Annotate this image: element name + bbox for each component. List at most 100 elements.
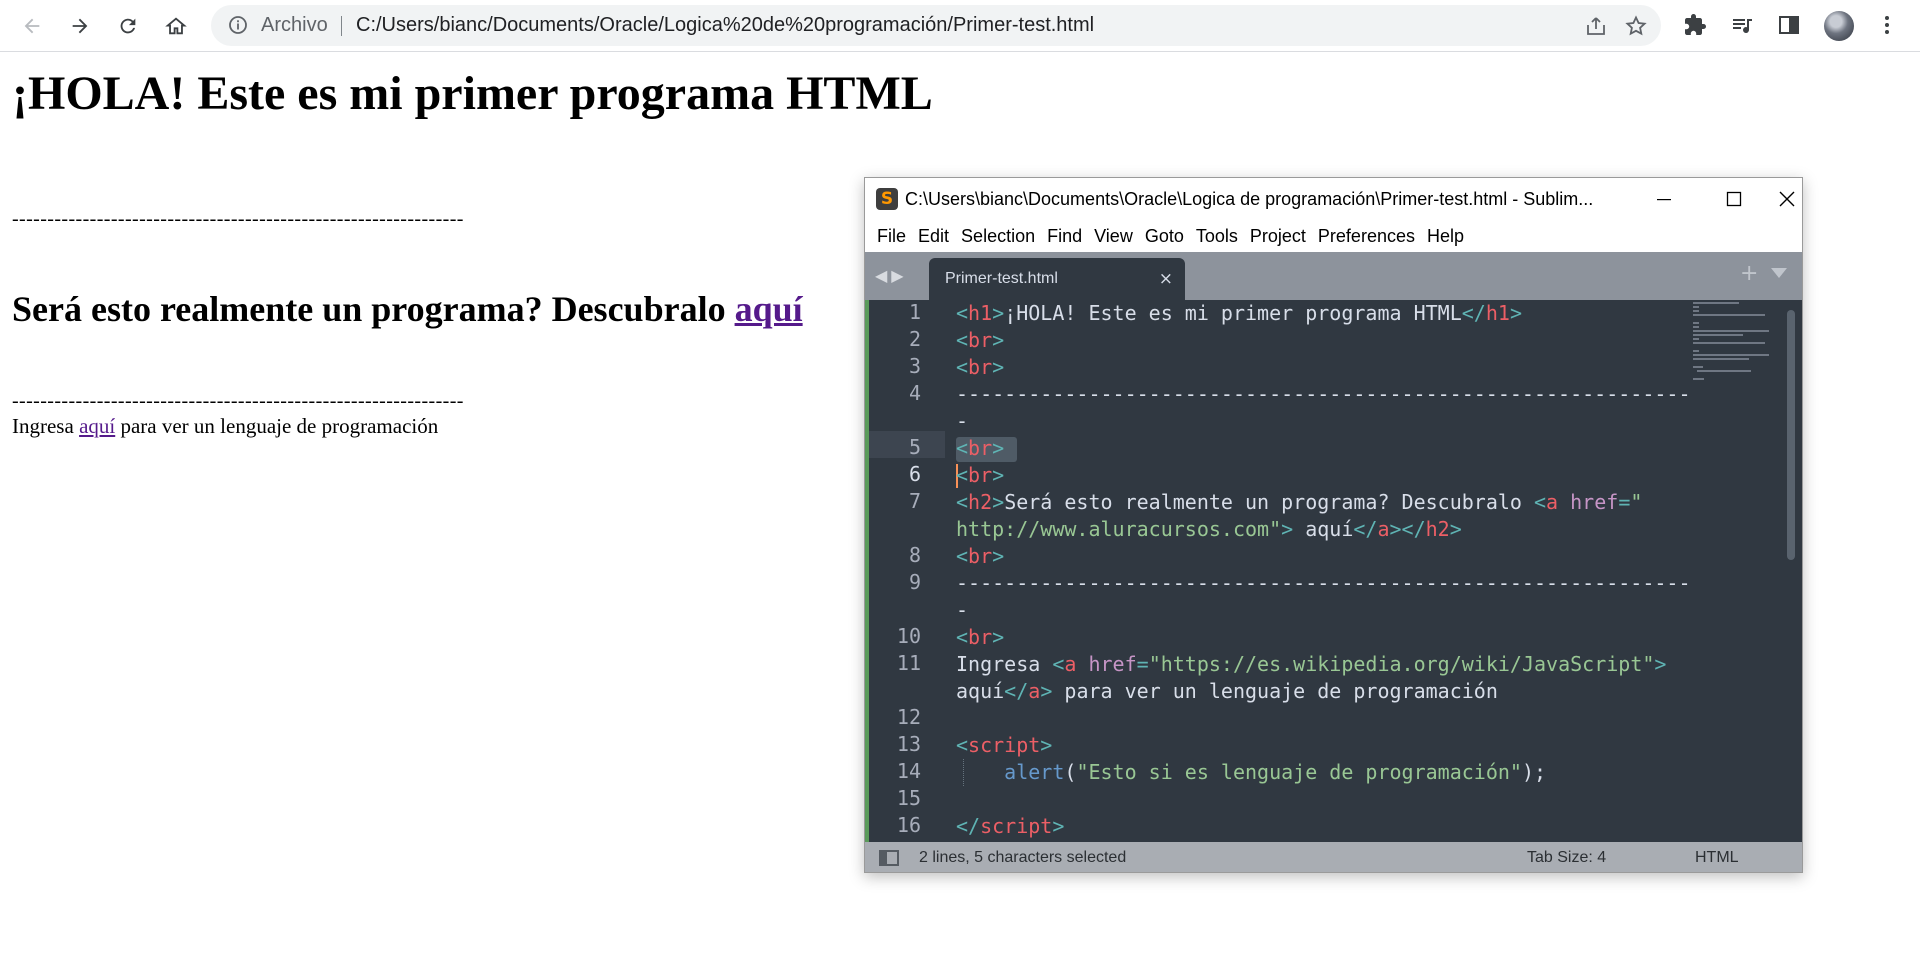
line-number: 5 — [908, 435, 921, 459]
menu-goto[interactable]: Goto — [1139, 220, 1190, 252]
back-button[interactable] — [14, 8, 50, 44]
close-window-button[interactable] — [1769, 178, 1802, 220]
sublime-text-window[interactable]: S C:\Users\bianc\Documents\Oracle\Logica… — [864, 177, 1803, 873]
code-line-16: </script> — [956, 814, 1065, 838]
code-line-9: ----------------------------------------… — [956, 571, 1691, 595]
minimap-line — [1693, 310, 1699, 312]
editor-tabbar: ◀▶ Primer-test.html × + — [865, 252, 1802, 300]
status-syntax[interactable]: HTML — [1695, 842, 1739, 872]
tab-primer-test[interactable]: Primer-test.html × — [929, 258, 1185, 300]
minimap-line — [1697, 370, 1751, 372]
status-bar: 2 lines, 5 characters selected Tab Size:… — [865, 842, 1802, 872]
minimap-line — [1693, 306, 1699, 308]
line-number: 1 — [908, 300, 921, 324]
minimap[interactable] — [1693, 300, 1775, 420]
paragraph-link[interactable]: aquí — [79, 414, 115, 438]
subheading-text: Será esto realmente un programa? Descubr… — [12, 289, 735, 329]
editor-menubar: File Edit Selection Find View Goto Tools… — [865, 220, 1802, 252]
line-number: 14 — [896, 759, 921, 783]
reload-icon — [120, 18, 136, 34]
menu-tools[interactable]: Tools — [1190, 220, 1244, 252]
home-button[interactable] — [158, 8, 194, 44]
toggle-side-panel-icon[interactable] — [879, 850, 899, 866]
status-selection-info: 2 lines, 5 characters selected — [919, 849, 1127, 866]
tab-label: Primer-test.html — [945, 270, 1058, 287]
minimap-line — [1693, 342, 1765, 344]
code-editor[interactable]: 1 2 3 4 5 6 7 8 9 10 11 12 13 14 15 16 <… — [865, 300, 1802, 842]
separator-line-2: ----------------------------------------… — [12, 390, 464, 412]
code-line-10: <br> — [956, 625, 1005, 649]
side-panel-icon — [1779, 16, 1799, 34]
line-number: 12 — [896, 705, 921, 729]
line-number: 13 — [896, 732, 921, 756]
profile-avatar[interactable] — [1824, 11, 1854, 41]
menu-file[interactable]: File — [871, 220, 912, 252]
line-number: 11 — [896, 651, 921, 675]
code-line-1: <h1>¡HOLA! Este es mi primer programa HT… — [956, 301, 1522, 325]
forward-button[interactable] — [62, 8, 98, 44]
maximize-icon — [1726, 191, 1742, 207]
page-subheading: Será esto realmente un programa? Descubr… — [12, 288, 803, 330]
share-icon[interactable] — [1584, 14, 1608, 38]
tab-nav-arrows-icon[interactable]: ◀▶ — [875, 266, 908, 285]
media-control-button[interactable] — [1729, 12, 1755, 38]
minimap-line — [1693, 326, 1699, 328]
line-number: 2 — [908, 327, 921, 351]
line-number: 16 — [896, 813, 921, 837]
forward-arrow-icon — [72, 18, 88, 34]
menu-preferences[interactable]: Preferences — [1312, 220, 1421, 252]
info-icon[interactable] — [228, 15, 248, 35]
paragraph-text-before: Ingresa — [12, 414, 80, 438]
code-line-2: <br> — [956, 328, 1005, 352]
menu-help[interactable]: Help — [1421, 220, 1470, 252]
address-separator — [341, 16, 342, 36]
subheading-link[interactable]: aquí — [735, 289, 803, 329]
page-paragraph: Ingresa aquí para ver un lenguaje de pro… — [12, 414, 438, 439]
close-icon — [1779, 191, 1794, 207]
window-title: C:\Users\bianc\Documents\Oracle\Logica d… — [905, 189, 1594, 209]
code-line-7: <h2>Será esto realmente un programa? Des… — [956, 490, 1643, 514]
extensions-button[interactable] — [1682, 12, 1708, 38]
line-number: 8 — [908, 543, 921, 567]
minimap-line — [1693, 330, 1769, 332]
address-url[interactable]: C:/Users/bianc/Documents/Oracle/Logica%2… — [356, 5, 1094, 46]
minimap-line — [1693, 378, 1704, 380]
minimap-line — [1693, 334, 1743, 336]
code-line-4-wrap: - — [956, 409, 969, 433]
menu-selection[interactable]: Selection — [955, 220, 1041, 252]
code-lines[interactable]: <h1>¡HOLA! Este es mi primer programa HT… — [956, 300, 1691, 842]
separator-line-1: ----------------------------------------… — [12, 208, 464, 230]
maximize-button[interactable] — [1699, 178, 1769, 220]
new-tab-plus-icon[interactable]: + — [1740, 261, 1758, 286]
side-panel-button[interactable] — [1776, 12, 1802, 38]
line-number: 7 — [908, 489, 921, 513]
code-line-7-wrap: http://www.aluracursos.com"> aquí</a></h… — [956, 517, 1462, 541]
minimap-line — [1693, 314, 1765, 316]
window-titlebar[interactable]: S C:\Users\bianc\Documents\Oracle\Logica… — [865, 178, 1802, 220]
minimap-line — [1693, 366, 1703, 368]
line-number-active: 6 — [908, 462, 921, 486]
sublime-logo-icon: S — [876, 188, 898, 210]
line-number: 15 — [896, 786, 921, 810]
reload-button[interactable] — [110, 8, 146, 44]
menu-edit[interactable]: Edit — [912, 220, 955, 252]
line-number: 4 — [908, 381, 921, 405]
code-line-13: <script> — [956, 733, 1053, 757]
editor-scrollbar-thumb[interactable] — [1787, 310, 1795, 560]
browser-menu-button[interactable] — [1874, 12, 1900, 38]
tab-close-icon[interactable]: × — [1159, 258, 1173, 300]
code-line-9-wrap: - — [956, 598, 969, 622]
tab-list-dropdown-icon[interactable] — [1771, 268, 1787, 278]
status-tab-size[interactable]: Tab Size: 4 — [1527, 842, 1606, 872]
line-number: 9 — [908, 570, 921, 594]
address-bar[interactable]: Archivo C:/Users/bianc/Documents/Oracle/… — [211, 5, 1661, 46]
puzzle-icon — [1685, 14, 1706, 35]
minimize-button[interactable] — [1629, 178, 1699, 220]
menu-find[interactable]: Find — [1041, 220, 1088, 252]
menu-project[interactable]: Project — [1244, 220, 1312, 252]
minimap-line — [1693, 322, 1699, 324]
minimap-line — [1693, 338, 1699, 340]
code-line-11: Ingresa <a href="https://es.wikipedia.or… — [956, 652, 1667, 676]
bookmark-star-icon[interactable] — [1624, 14, 1648, 38]
menu-view[interactable]: View — [1088, 220, 1139, 252]
